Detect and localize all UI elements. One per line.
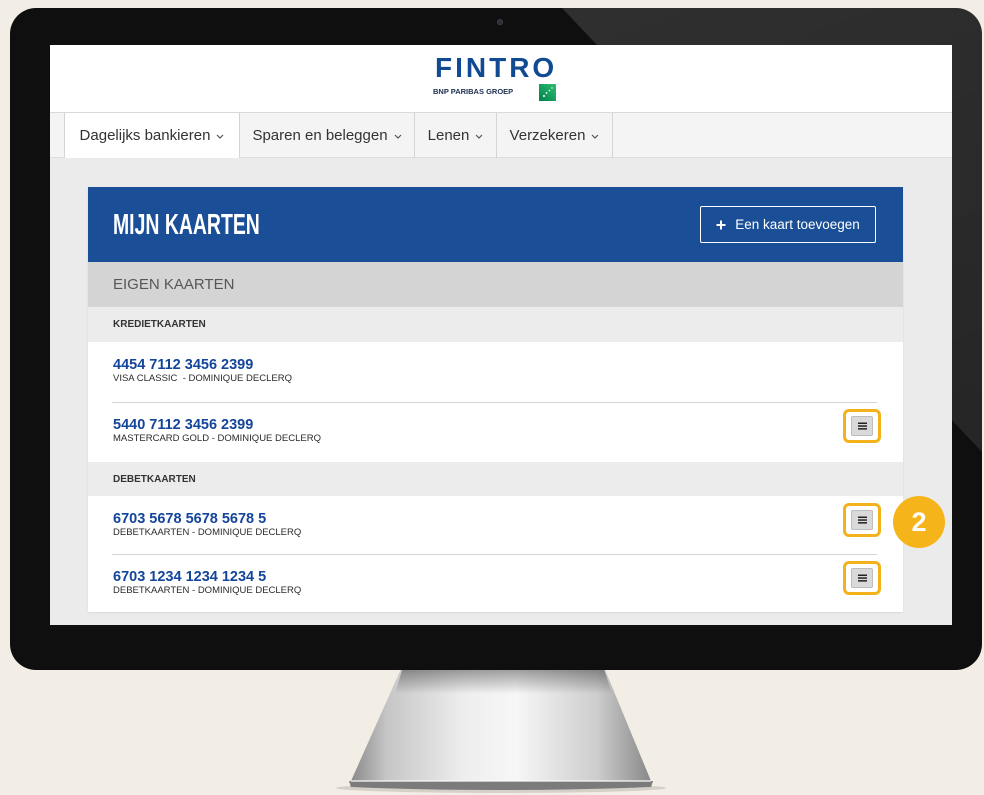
group-heading-kredietkaarten: KREDIETKAARTEN: [88, 307, 903, 342]
chevron-down-icon: [217, 134, 224, 139]
site-header: FINTRO BNP PARIBAS GROEP: [50, 45, 952, 113]
camera-icon: [497, 19, 503, 25]
monitor-stand: [336, 660, 666, 793]
card-description: DEBETKAARTEN - DOMINIQUE DECLERQ: [113, 585, 302, 596]
nav-tab-label: Lenen: [427, 127, 470, 144]
menu-icon: [857, 516, 867, 524]
add-card-button[interactable]: Een kaart toevoegen: [700, 206, 876, 243]
brand-tagline: BNP PARIBAS GROEP: [433, 87, 514, 96]
nav-tab-lenen[interactable]: Lenen: [415, 113, 497, 158]
card-menu-highlight: [843, 561, 881, 595]
card-item[interactable]: 6703 1234 1234 1234 5 DEBETKAARTEN - DOM…: [88, 554, 903, 612]
nav-tab-dagelijks-bankieren[interactable]: Dagelijks bankieren: [64, 113, 240, 158]
chevron-down-icon: [592, 134, 599, 139]
card-item[interactable]: 5440 7112 3456 2399 MASTERCARD GOLD - DO…: [88, 402, 903, 462]
page-title: MIJN KAARTEN: [113, 209, 260, 241]
bnp-paribas-logo-icon: [539, 84, 556, 101]
panel-header: MIJN KAARTEN Een kaart toevoegen: [88, 187, 903, 262]
menu-icon: [857, 422, 867, 430]
section-title: EIGEN KAARTEN: [88, 262, 903, 307]
nav-tab-verzekeren[interactable]: Verzekeren: [497, 113, 613, 158]
menu-icon: [857, 574, 867, 582]
card-description: DEBETKAARTEN - DOMINIQUE DECLERQ: [113, 527, 302, 538]
page: FINTRO BNP PARIBAS GROEP Dagelijks banki…: [0, 0, 984, 795]
my-cards-panel: MIJN KAARTEN Een kaart toevoegen EIGEN K…: [88, 187, 903, 612]
plus-icon: [716, 220, 726, 229]
add-card-label: Een kaart toevoegen: [735, 217, 860, 232]
card-menu-button[interactable]: [851, 568, 873, 588]
card-menu-highlight: [843, 409, 881, 443]
card-menu-button[interactable]: [851, 510, 873, 530]
nav-tab-label: Sparen en beleggen: [252, 127, 388, 144]
card-item[interactable]: 4454 7112 3456 2399 VISA CLASSIC - DOMIN…: [88, 342, 903, 402]
card-item[interactable]: 6703 5678 5678 5678 5 DEBETKAARTEN - DOM…: [88, 496, 903, 554]
main-nav: Dagelijks bankieren Sparen en beleggen L…: [50, 113, 952, 158]
card-number[interactable]: 6703 5678 5678 5678 5: [113, 511, 878, 527]
card-menu-button[interactable]: [851, 416, 873, 436]
nav-tab-label: Verzekeren: [509, 127, 586, 144]
screen: FINTRO BNP PARIBAS GROEP Dagelijks banki…: [50, 45, 952, 625]
chevron-down-icon: [475, 134, 483, 139]
card-description: MASTERCARD GOLD - DOMINIQUE DECLERQ: [113, 433, 321, 444]
chevron-down-icon: [394, 134, 401, 139]
step-badge: 2: [893, 496, 945, 548]
nav-tab-sparen-en-beleggen[interactable]: Sparen en beleggen: [240, 113, 415, 158]
nav-tab-label: Dagelijks bankieren: [79, 127, 211, 144]
brand-logo[interactable]: FINTRO: [435, 53, 557, 83]
card-number[interactable]: 5440 7112 3456 2399: [113, 417, 878, 433]
card-menu-highlight: [843, 503, 881, 537]
card-description: VISA CLASSIC - DOMINIQUE DECLERQ: [113, 373, 292, 384]
card-number[interactable]: 4454 7112 3456 2399: [113, 357, 878, 373]
group-heading-debetkaarten: DEBETKAARTEN: [88, 462, 903, 496]
card-number[interactable]: 6703 1234 1234 1234 5: [113, 569, 878, 585]
